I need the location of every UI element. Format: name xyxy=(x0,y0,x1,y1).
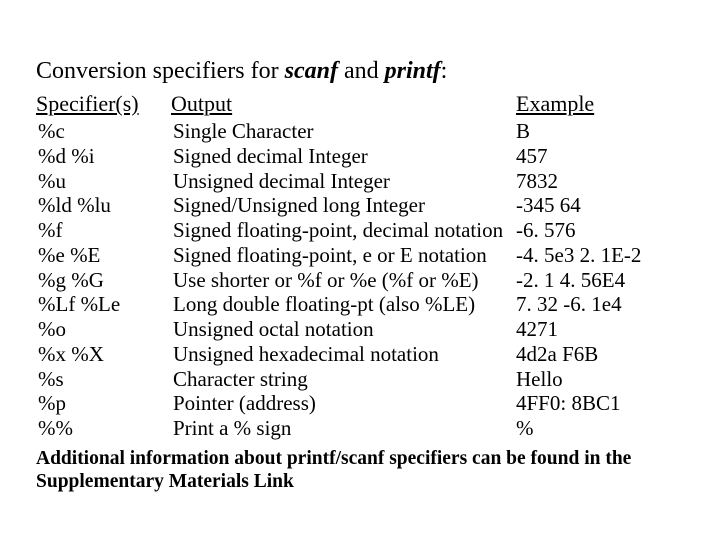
cell-output: Signed floating-point, decimal notation xyxy=(173,218,510,243)
table-row: %d %iSigned decimal Integer 457 xyxy=(36,144,684,169)
footer-note: Additional information about printf/scan… xyxy=(36,447,684,494)
cell-example: 7832 xyxy=(510,169,684,194)
cell-example: -4. 5e3 2. 1E-2 xyxy=(510,243,684,268)
cell-specifier: %c xyxy=(36,119,173,144)
table-row: %g %GUse shorter or %f or %e (%f or %E)-… xyxy=(36,268,684,293)
title-post: : xyxy=(441,58,448,84)
table-row: %uUnsigned decimal Integer 7832 xyxy=(36,169,684,194)
cell-specifier: %x %X xyxy=(36,342,173,367)
cell-example: -345 64 xyxy=(510,193,684,218)
cell-output: Unsigned octal notation xyxy=(173,317,510,342)
cell-output: Signed decimal Integer xyxy=(173,144,510,169)
cell-example: % xyxy=(510,416,684,441)
table-row: %pPointer (address) 4FF0: 8BC1 xyxy=(36,391,684,416)
rows-container: %cSingle Character B%d %iSigned decimal … xyxy=(36,119,684,441)
cell-example: 4271 xyxy=(510,317,684,342)
cell-output: Character string xyxy=(173,367,510,392)
cell-specifier: %f xyxy=(36,218,173,243)
header-output: Output xyxy=(171,91,232,116)
cell-specifier: %g %G xyxy=(36,268,173,293)
cell-output: Unsigned hexadecimal notation xyxy=(173,342,510,367)
cell-specifier: %u xyxy=(36,169,173,194)
table-row: %oUnsigned octal notation 4271 xyxy=(36,317,684,342)
keyword-printf: printf xyxy=(385,58,441,84)
header-specifier: Specifier(s) xyxy=(36,91,139,116)
table-row: %%Print a % sign % xyxy=(36,416,684,441)
cell-output: Pointer (address) xyxy=(173,391,510,416)
cell-output: Long double floating-pt (also %LE) xyxy=(173,292,510,317)
cell-specifier: %o xyxy=(36,317,173,342)
cell-output: Unsigned decimal Integer xyxy=(173,169,510,194)
slide-content: Conversion specifiers for scanf and prin… xyxy=(0,0,720,494)
table-row: %ld %luSigned/Unsigned long Integer-345 … xyxy=(36,193,684,218)
cell-example: 7. 32 -6. 1e4 xyxy=(510,292,684,317)
cell-specifier: %e %E xyxy=(36,243,173,268)
table-row: %cSingle Character B xyxy=(36,119,684,144)
table-row: %sCharacter string Hello xyxy=(36,367,684,392)
cell-output: Signed floating-point, e or E notation xyxy=(173,243,510,268)
cell-example: Hello xyxy=(510,367,684,392)
cell-specifier: %p xyxy=(36,391,173,416)
cell-output: Print a % sign xyxy=(173,416,510,441)
table-row: %Lf %LeLong double floating-pt (also %LE… xyxy=(36,292,684,317)
keyword-scanf: scanf xyxy=(285,58,338,84)
table-row: %x %XUnsigned hexadecimal notation 4d2a … xyxy=(36,342,684,367)
cell-output: Signed/Unsigned long Integer xyxy=(173,193,510,218)
cell-example: B xyxy=(510,119,684,144)
title-pre: Conversion specifiers for xyxy=(36,58,285,84)
cell-specifier: %Lf %Le xyxy=(36,292,173,317)
cell-specifier: %% xyxy=(36,416,173,441)
column-headers: Specifier(s) Output Example xyxy=(36,91,684,117)
header-example: Example xyxy=(516,91,594,116)
cell-example: 457 xyxy=(510,144,684,169)
cell-specifier: %ld %lu xyxy=(36,193,173,218)
cell-output: Use shorter or %f or %e (%f or %E) xyxy=(173,268,510,293)
cell-example: -6. 576 xyxy=(510,218,684,243)
cell-specifier: %d %i xyxy=(36,144,173,169)
table-row: %e %ESigned floating-point, e or E notat… xyxy=(36,243,684,268)
cell-output: Single Character xyxy=(173,119,510,144)
table-row: %fSigned floating-point, decimal notatio… xyxy=(36,218,684,243)
title-mid: and xyxy=(338,58,385,84)
title-line: Conversion specifiers for scanf and prin… xyxy=(36,58,684,85)
cell-specifier: %s xyxy=(36,367,173,392)
cell-example: 4d2a F6B xyxy=(510,342,684,367)
cell-example: -2. 1 4. 56E4 xyxy=(510,268,684,293)
cell-example: 4FF0: 8BC1 xyxy=(510,391,684,416)
